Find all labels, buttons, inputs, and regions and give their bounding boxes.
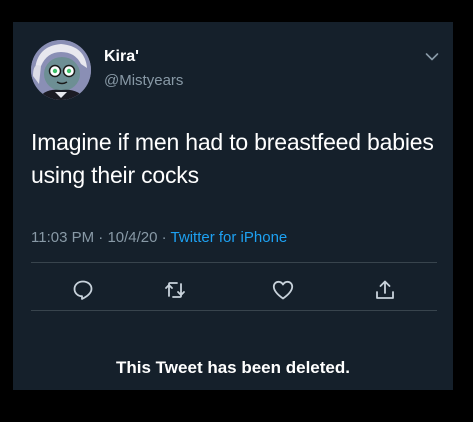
- retweet-icon[interactable]: [163, 278, 187, 302]
- deleted-notice: This Tweet has been deleted.: [116, 358, 350, 377]
- tweet-meta: 11:03 PM · 10/4/20 · Twitter for iPhone: [31, 229, 287, 246]
- avatar[interactable]: [31, 40, 91, 100]
- display-name[interactable]: Kira': [104, 48, 139, 66]
- meta-separator: ·: [157, 229, 171, 246]
- divider: [31, 310, 437, 311]
- tweet-date[interactable]: 10/4/20: [107, 229, 157, 246]
- divider: [31, 262, 437, 263]
- tweet-time[interactable]: 11:03 PM: [31, 229, 94, 246]
- user-handle[interactable]: @Mistyears: [104, 72, 183, 89]
- heart-icon[interactable]: [271, 278, 295, 302]
- tweet-card: Kira' @Mistyears Imagine if men had to b…: [13, 22, 453, 390]
- action-bar: [13, 278, 453, 308]
- avatar-illustration: [31, 40, 91, 100]
- tweet-source-link[interactable]: Twitter for iPhone: [171, 229, 288, 246]
- share-icon[interactable]: [373, 278, 397, 302]
- chevron-down-icon[interactable]: [425, 52, 439, 62]
- reply-icon[interactable]: [71, 278, 95, 302]
- tweet-text: Imagine if men had to breastfeed babies …: [31, 129, 434, 188]
- meta-separator: ·: [94, 229, 108, 246]
